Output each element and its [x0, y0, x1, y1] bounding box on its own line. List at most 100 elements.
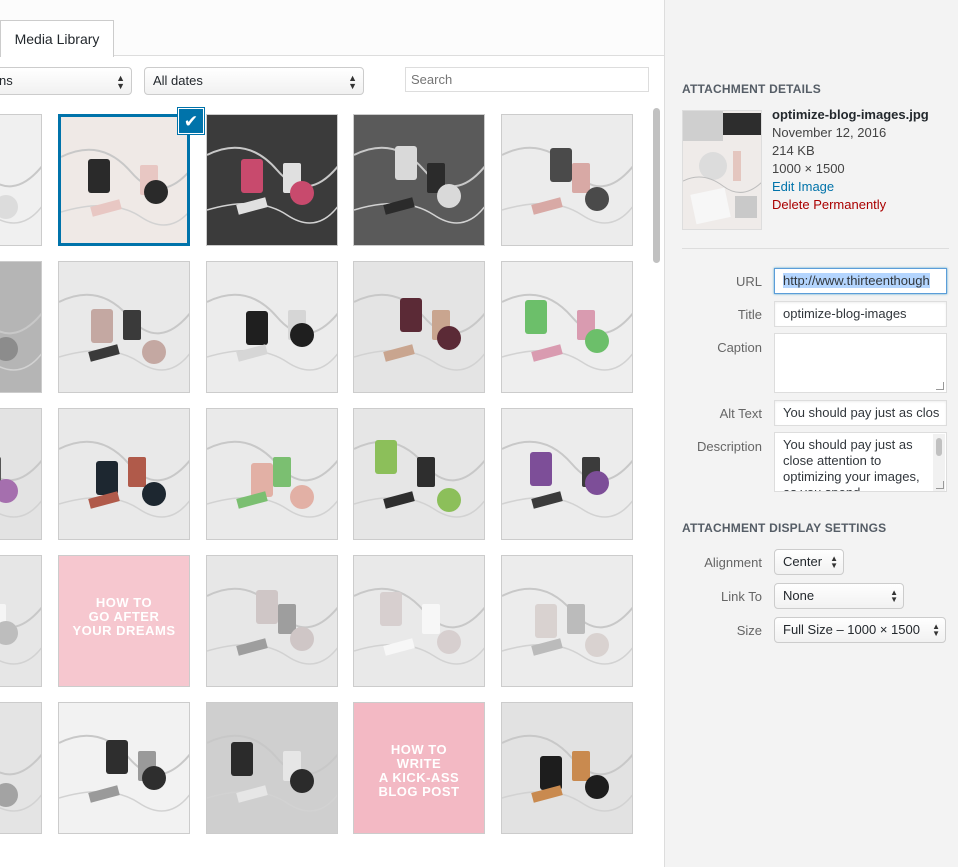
divider [682, 248, 949, 249]
attachment-thumbnail [0, 556, 41, 686]
attachment-thumbnail [0, 703, 41, 833]
attachment-tile[interactable] [501, 261, 633, 393]
thumbnail-caption: HOW TO WRITE A KICK-ASS BLOG POST [378, 742, 460, 799]
attachment-dimensions: 1000 × 1500 [772, 161, 845, 176]
title-field[interactable]: optimize-blog-images [774, 301, 947, 327]
resize-handle-icon[interactable] [936, 481, 944, 489]
attachment-tile[interactable] [0, 702, 42, 834]
attachment-tile[interactable] [501, 555, 633, 687]
checkmark-icon[interactable]: ✔ [178, 108, 204, 134]
attachment-thumbnail [502, 409, 632, 539]
title-label: Title [737, 307, 762, 322]
attachment-thumbnail [207, 556, 337, 686]
attachment-tile[interactable] [353, 261, 485, 393]
size-label: Size [736, 623, 762, 638]
attachment-filesize: 214 KB [772, 143, 815, 158]
description-label: Description [696, 439, 762, 454]
resize-handle-icon[interactable] [936, 382, 944, 390]
attachment-thumbnail [207, 115, 337, 245]
select-arrows-icon: ▲ ▼ [348, 73, 357, 91]
attachment-thumbnail [354, 262, 484, 392]
select-arrows-icon: ▲ ▼ [830, 554, 838, 570]
attachment-thumbnail [207, 703, 337, 833]
attachment-thumbnail [59, 409, 189, 539]
attachment-tile[interactable] [353, 555, 485, 687]
attachment-tile[interactable] [206, 261, 338, 393]
description-field[interactable]: You should pay just as close attention t… [774, 432, 947, 492]
alignment-value: Center [783, 554, 823, 569]
attachment-filename: optimize-blog-images.jpg [772, 107, 929, 122]
link-to-value: None [783, 588, 815, 603]
alignment-select[interactable]: Center ▲ ▼ [774, 549, 844, 575]
search-input[interactable] [405, 67, 649, 92]
attachment-thumbnail [354, 556, 484, 686]
attachment-thumbnail [61, 117, 187, 243]
url-label: URL [735, 274, 762, 289]
alt-text-label: Alt Text [719, 406, 762, 421]
attachment-thumbnail [502, 556, 632, 686]
size-select[interactable]: Full Size – 1000 × 1500 ▲ ▼ [774, 617, 946, 643]
attachment-tile[interactable] [501, 408, 633, 540]
attachment-tile[interactable] [206, 702, 338, 834]
grid-scrollbar[interactable] [651, 104, 662, 867]
attachment-thumbnail [0, 409, 41, 539]
attachment-tile[interactable] [206, 114, 338, 246]
attachment-tile[interactable] [206, 408, 338, 540]
attachment-thumbnail [502, 262, 632, 392]
media-type-filter-value: ns [0, 73, 13, 88]
attachment-tile[interactable]: HOW TO WRITE A KICK-ASS BLOG POST [353, 702, 485, 834]
description-value: You should pay just as close attention t… [783, 437, 920, 491]
alt-text-field[interactable]: You should pay just as clos [774, 400, 947, 426]
select-arrows-icon: ▲ ▼ [890, 588, 898, 604]
attachment-info: optimize-blog-images.jpg November 12, 20… [772, 106, 929, 214]
delete-permanently-link[interactable]: Delete Permanently [772, 196, 929, 214]
attachment-tile[interactable] [0, 408, 42, 540]
scrollbar-thumb[interactable] [653, 108, 660, 263]
attachment-tile[interactable] [206, 555, 338, 687]
attachment-thumbnail [502, 703, 632, 833]
attachment-tile[interactable] [0, 555, 42, 687]
attachment-tile[interactable] [0, 261, 42, 393]
attachment-tile[interactable] [57, 113, 191, 247]
url-field[interactable]: http://www.thirteenthough [774, 268, 947, 294]
url-value: http://www.thirteenthough [783, 273, 930, 288]
alignment-label: Alignment [704, 555, 762, 570]
link-to-select[interactable]: None ▲ ▼ [774, 583, 904, 609]
attachment-tile[interactable]: HOW TO GO AFTER YOUR DREAMS [58, 555, 190, 687]
router-tab-bar: Media Library [0, 0, 664, 57]
tab-media-library[interactable]: Media Library [0, 20, 114, 57]
attachment-thumbnail [207, 262, 337, 392]
attachment-sidebar: ATTACHMENT DETAILS optimize-blog-images.… [664, 0, 958, 867]
attachment-tile[interactable] [353, 114, 485, 246]
display-settings-heading: ATTACHMENT DISPLAY SETTINGS [682, 521, 887, 535]
select-arrows-icon: ▲ ▼ [932, 622, 940, 638]
media-type-filter[interactable]: ns ▲ ▼ [0, 67, 132, 95]
attachment-date: November 12, 2016 [772, 125, 887, 140]
attachment-tile[interactable] [501, 702, 633, 834]
attachment-thumbnail [59, 262, 189, 392]
attachment-tile[interactable] [353, 408, 485, 540]
attachment-thumbnail [354, 409, 484, 539]
attachment-thumbnail [354, 115, 484, 245]
attachment-tile[interactable] [58, 261, 190, 393]
attachments-grid: ✔ HOW TO GO AFTER YOUR DREAMS HOW TO WRITE… [0, 104, 650, 867]
attachment-tile[interactable] [501, 114, 633, 246]
attachment-thumbnail [207, 409, 337, 539]
attachment-tile[interactable] [58, 408, 190, 540]
attachment-details-heading: ATTACHMENT DETAILS [682, 82, 821, 96]
attachment-thumbnail [0, 262, 41, 392]
attachment-tile[interactable] [0, 114, 42, 246]
date-filter-value: All dates [153, 73, 203, 88]
attachment-preview-thumbnail [682, 110, 762, 230]
thumbnail-caption: HOW TO GO AFTER YOUR DREAMS [72, 595, 176, 638]
caption-field[interactable] [774, 333, 947, 393]
attachment-thumbnail [0, 115, 41, 245]
attachment-thumbnail [59, 703, 189, 833]
date-filter[interactable]: All dates ▲ ▼ [144, 67, 364, 95]
media-browser: ns ▲▼ All dates ▲▼ ✔ HOW TO GO AFTER YOUR… [0, 57, 664, 867]
edit-image-link[interactable]: Edit Image [772, 178, 929, 196]
size-value: Full Size – 1000 × 1500 [783, 622, 920, 637]
select-arrows-icon: ▲ ▼ [116, 73, 125, 91]
attachment-tile[interactable] [58, 702, 190, 834]
link-to-label: Link To [721, 589, 762, 604]
